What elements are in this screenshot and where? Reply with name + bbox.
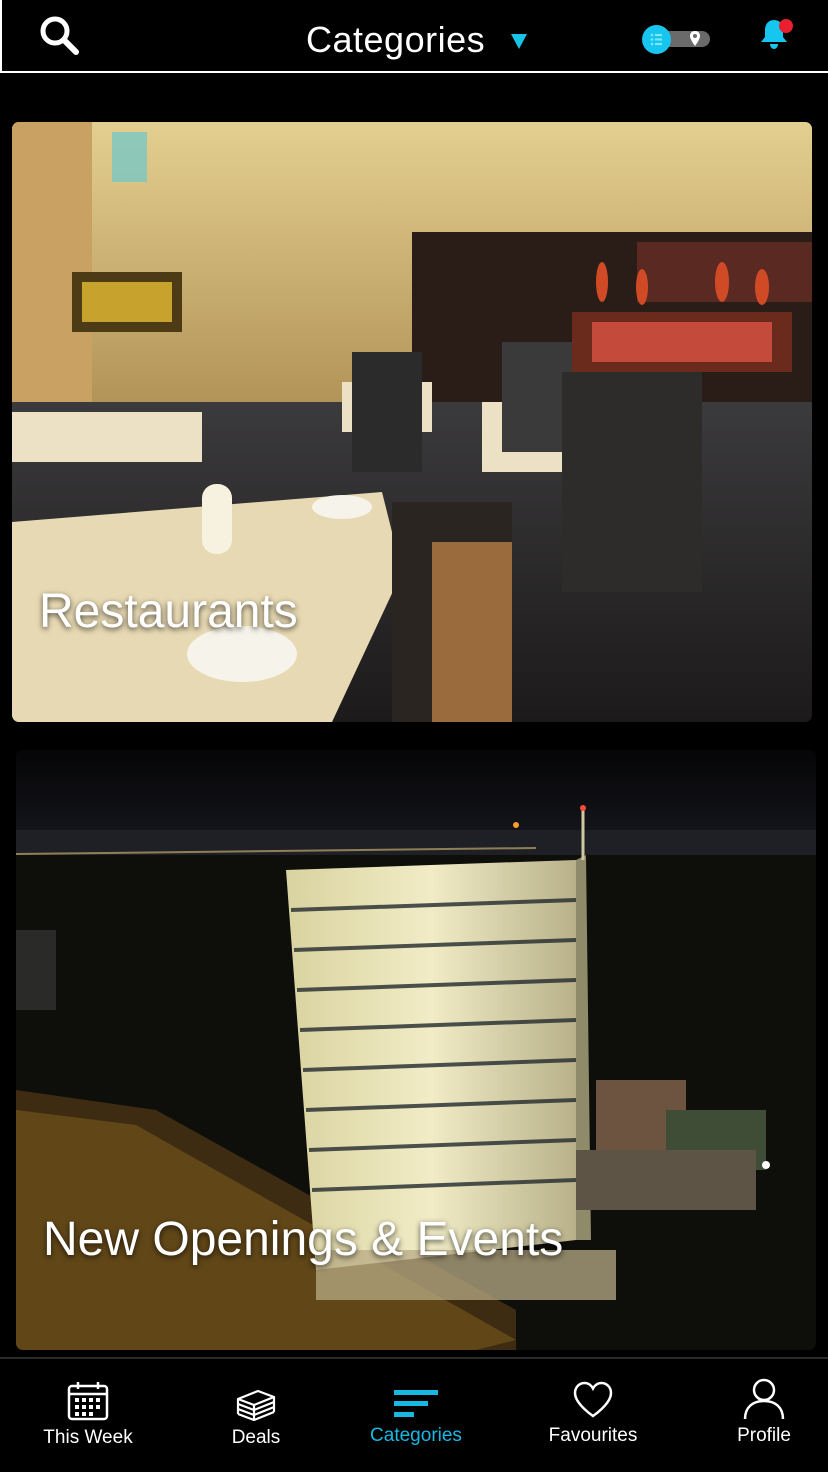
top-bar: Categories — [0, 0, 828, 73]
page-title: Categories — [306, 19, 486, 60]
map-pin-icon — [689, 30, 701, 48]
category-card-new-openings-events[interactable]: New Openings & Events — [16, 750, 816, 1350]
tab-this-week[interactable]: This Week — [28, 1359, 148, 1472]
tab-deals[interactable]: Deals — [206, 1359, 306, 1472]
category-label-new-openings-events: New Openings & Events — [43, 1213, 564, 1266]
notification-badge — [779, 19, 793, 33]
search-icon[interactable] — [38, 14, 82, 58]
stack-icon — [234, 1385, 278, 1426]
list-map-toggle[interactable] — [642, 25, 710, 54]
bottom-tab-bar: This Week Deals Categories Favourites Pr… — [0, 1357, 828, 1472]
tab-label-favourites: Favourites — [548, 1425, 638, 1446]
tab-profile[interactable]: Profile — [722, 1359, 806, 1472]
tab-label-this-week: This Week — [43, 1427, 133, 1448]
tab-label-deals: Deals — [231, 1427, 281, 1448]
bell-icon[interactable] — [758, 16, 798, 52]
categories-lines-icon — [394, 1389, 438, 1424]
app-screen: Categories Restaurants New Openings & Ev… — [0, 0, 828, 1472]
calendar-icon — [67, 1381, 109, 1426]
tab-label-categories: Categories — [370, 1425, 462, 1446]
tab-label-profile: Profile — [737, 1425, 791, 1446]
category-label-restaurants: Restaurants — [39, 585, 298, 638]
category-card-restaurants[interactable]: Restaurants — [12, 122, 812, 722]
tab-categories[interactable]: Categories — [360, 1359, 472, 1472]
caret-down-icon — [511, 33, 528, 49]
tab-favourites[interactable]: Favourites — [540, 1359, 646, 1472]
category-selector[interactable]: Categories — [306, 18, 528, 62]
list-icon — [642, 25, 671, 54]
heart-icon — [572, 1381, 614, 1424]
user-icon — [743, 1377, 785, 1426]
